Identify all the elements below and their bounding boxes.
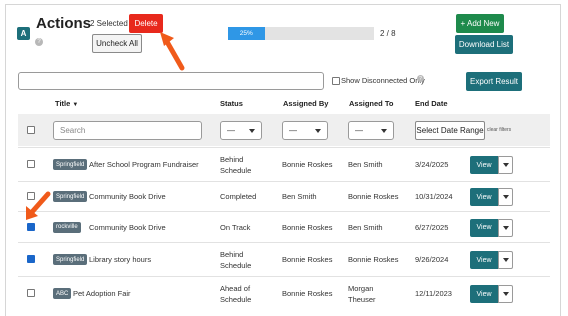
selected-count: 2 Selected — [90, 19, 128, 28]
row-status: Completed — [220, 192, 257, 201]
row-status: Behind Schedule — [220, 155, 252, 175]
assigned-to-filter-select[interactable]: — — [348, 121, 394, 140]
progress-fill: 25% — [228, 27, 265, 40]
question-circle-icon[interactable]: ? — [417, 75, 424, 82]
table-row: rockville Community Book Drive On Track … — [18, 211, 550, 242]
view-button[interactable]: View — [470, 188, 498, 206]
page-title: Actions — [36, 15, 92, 32]
chevron-down-icon — [502, 225, 509, 230]
row-status: Ahead of Schedule — [220, 284, 252, 304]
table-row: Springfield Community Book Drive Complet… — [18, 181, 550, 211]
chevron-down-icon — [502, 258, 509, 262]
logo-badge: A — [17, 27, 30, 40]
add-new-button[interactable]: + Add New — [456, 14, 504, 33]
chevron-down-icon — [502, 163, 509, 167]
column-header-assigned-by: Assigned By — [283, 99, 329, 108]
location-tag: Springfield — [53, 159, 88, 170]
row-end-date: 12/11/2023 — [415, 289, 452, 298]
caret-down-icon: ▼ — [72, 102, 79, 108]
row-actions-dropdown[interactable] — [498, 156, 513, 174]
progress-count: 2 / 8 — [380, 29, 396, 38]
row-assigned-to: Bonnie Roskes — [348, 255, 399, 264]
search-input[interactable] — [18, 72, 324, 90]
row-title[interactable]: Pet Adoption Fair — [73, 288, 131, 299]
uncheck-all-button[interactable]: Uncheck All — [92, 34, 142, 53]
row-actions-dropdown[interactable] — [498, 285, 513, 303]
location-tag: rockville — [53, 221, 81, 233]
row-checkbox[interactable] — [27, 289, 35, 297]
row-assigned-by: Bonnie Roskes — [282, 222, 333, 232]
question-circle-icon[interactable]: ? — [35, 38, 43, 46]
column-header-assigned-to: Assigned To — [349, 99, 394, 108]
row-end-date: 6/27/2025 — [415, 222, 449, 232]
row-actions-dropdown[interactable] — [498, 251, 513, 269]
show-disconnected-checkbox[interactable] — [332, 77, 340, 85]
export-result-button[interactable]: Export Result — [466, 72, 522, 91]
row-end-date: 9/26/2024 — [415, 255, 449, 264]
assigned-by-filter-select[interactable]: — — [282, 121, 328, 140]
clear-filters-link[interactable]: clear filters — [487, 127, 511, 133]
view-button[interactable]: View — [470, 285, 498, 303]
date-range-button[interactable]: Select Date Range — [415, 121, 485, 140]
progress-bar: 25% — [228, 27, 374, 40]
annotation-arrow-icon — [26, 191, 51, 220]
location-tag: Springfield — [53, 254, 88, 265]
table-row: ABC Pet Adoption Fair Ahead of Schedule … — [18, 276, 550, 310]
column-header-end-date: End Date — [415, 99, 448, 108]
row-status: Behind Schedule — [220, 250, 252, 270]
row-actions-dropdown[interactable] — [498, 218, 513, 237]
row-title[interactable]: Community Book Drive — [89, 191, 166, 202]
chevron-down-icon — [502, 292, 509, 296]
annotation-arrow-icon — [160, 32, 185, 71]
column-header-title[interactable]: Title ▼ — [55, 99, 78, 108]
title-filter-input[interactable]: Search — [53, 121, 202, 140]
show-disconnected-label: Show Disconnected Only — [341, 76, 425, 85]
row-assigned-to: Ben Smith — [348, 222, 383, 232]
row-assigned-to: Ben Smith — [348, 160, 383, 169]
row-assigned-to: Morgan Theuser — [348, 284, 376, 304]
row-assigned-by: Bonnie Roskes — [282, 160, 333, 169]
table-row: Springfield Library story hours Behind S… — [18, 242, 550, 276]
row-assigned-by: Bonnie Roskes — [282, 289, 333, 298]
table-row: Springfield After School Program Fundrai… — [18, 147, 550, 181]
row-title[interactable]: Library story hours — [89, 254, 151, 265]
row-assigned-to: Bonnie Roskes — [348, 192, 399, 201]
column-header-status: Status — [220, 99, 243, 108]
view-button[interactable]: View — [470, 156, 498, 174]
status-filter-select[interactable]: — — [220, 121, 262, 140]
select-all-checkbox[interactable] — [27, 126, 35, 134]
location-tag: Springfield — [53, 191, 88, 202]
chevron-down-icon — [249, 128, 255, 133]
chevron-down-icon — [315, 128, 321, 133]
download-list-button[interactable]: Download List — [455, 35, 513, 54]
row-assigned-by: Ben Smith — [282, 192, 317, 201]
chevron-down-icon — [502, 195, 509, 199]
row-title[interactable]: After School Program Fundraiser — [89, 159, 199, 170]
chevron-down-icon — [381, 128, 387, 133]
location-tag: ABC — [53, 288, 72, 299]
row-end-date: 3/24/2025 — [415, 160, 449, 169]
view-button[interactable]: View — [470, 251, 498, 269]
row-title[interactable]: Community Book Drive — [89, 222, 166, 233]
row-end-date: 10/31/2024 — [415, 192, 453, 201]
row-actions-dropdown[interactable] — [498, 188, 513, 206]
row-assigned-by: Bonnie Roskes — [282, 255, 333, 264]
row-checkbox[interactable] — [27, 160, 35, 168]
view-button[interactable]: View — [470, 218, 498, 237]
row-checkbox[interactable] — [27, 255, 35, 263]
row-status: On Track — [220, 222, 251, 232]
